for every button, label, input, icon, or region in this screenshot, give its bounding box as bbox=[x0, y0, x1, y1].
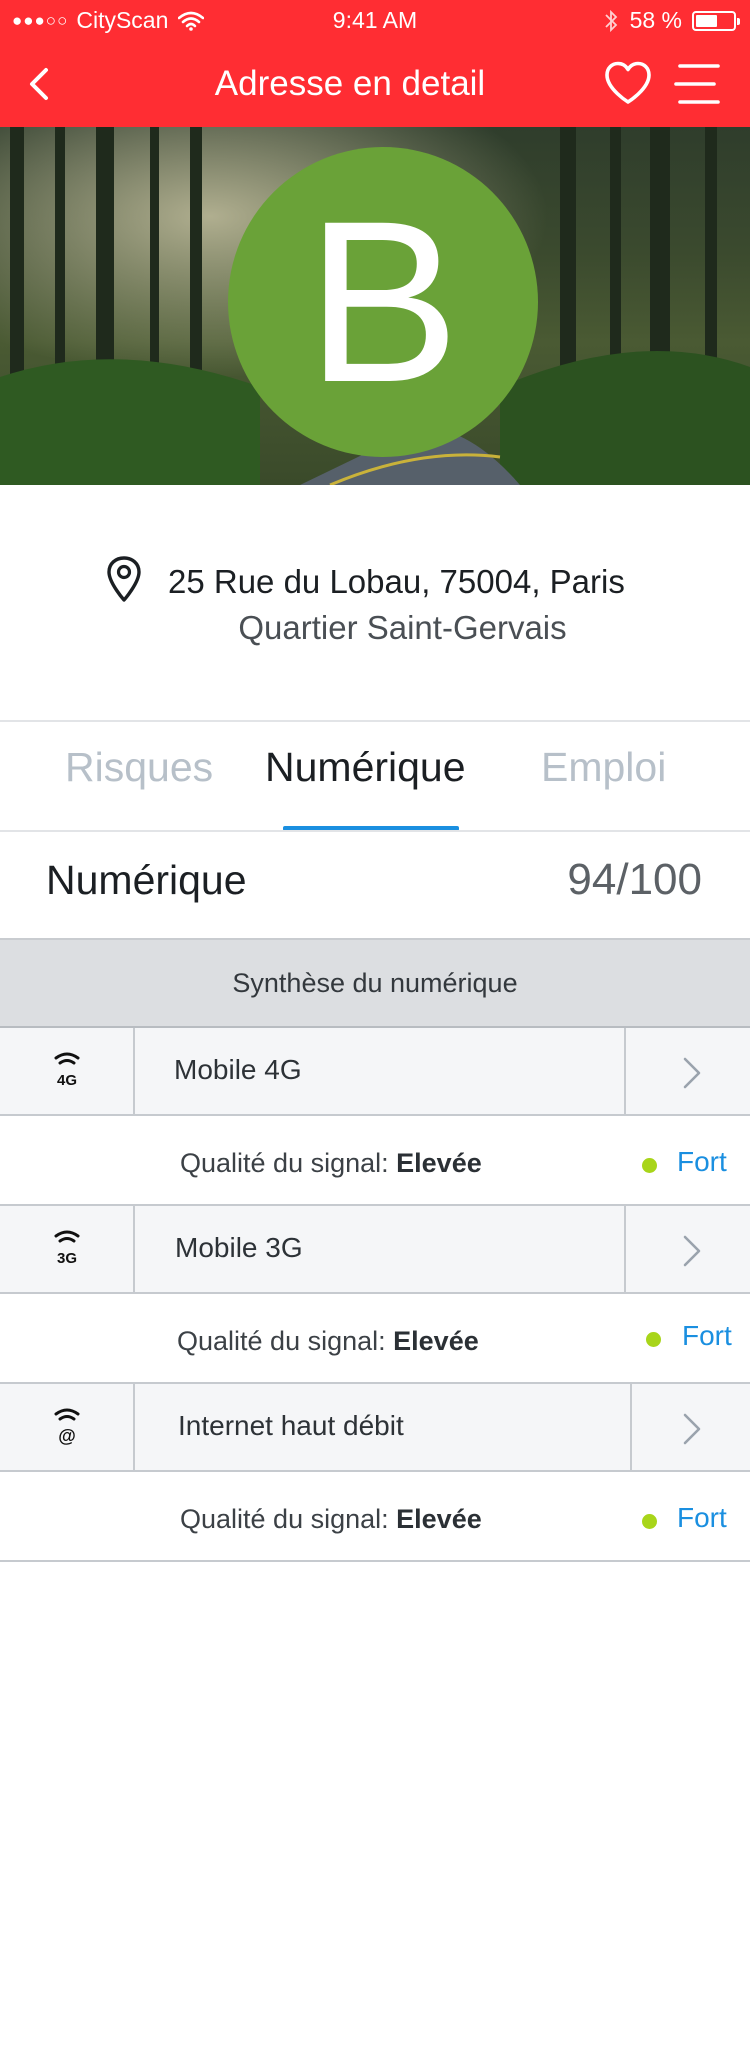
chevron-right-icon bbox=[683, 1235, 701, 1267]
grade-badge: B bbox=[228, 147, 538, 457]
quality-value: Elevée bbox=[396, 1148, 482, 1178]
battery-icon bbox=[692, 10, 740, 31]
signal-quality-text: Qualité du signal: Elevée bbox=[177, 1326, 479, 1357]
favorite-heart-icon[interactable] bbox=[603, 60, 653, 106]
signal-quality-row: Qualité du signal: Elevée Fort bbox=[0, 1116, 750, 1206]
chevron-right-icon bbox=[683, 1413, 701, 1445]
chevron-right-icon bbox=[683, 1057, 701, 1089]
quality-value: Elevée bbox=[396, 1504, 482, 1534]
item-label: Mobile 4G bbox=[174, 1054, 302, 1085]
item-chevron-cell[interactable] bbox=[624, 1028, 750, 1114]
bluetooth-icon bbox=[604, 9, 617, 32]
street-address: 25 Rue du Lobau, 75004, Paris bbox=[168, 563, 625, 600]
signal-level-dot bbox=[646, 1332, 661, 1347]
signal-quality-text: Qualité du signal: Elevée bbox=[180, 1148, 482, 1179]
signal-level: Fort bbox=[677, 1502, 727, 1533]
section-title: Numérique bbox=[46, 857, 247, 903]
item-chevron-cell[interactable] bbox=[630, 1384, 750, 1470]
section-score: 94/100 bbox=[567, 855, 702, 904]
tab-numerique[interactable]: Numérique bbox=[265, 744, 466, 791]
signal-level-dot bbox=[642, 1514, 657, 1529]
item-icon-cell: 4G bbox=[0, 1028, 135, 1114]
list-item-internet-haut-debit[interactable]: @ Internet haut débit bbox=[0, 1384, 750, 1472]
item-icon-cell: 3G bbox=[0, 1206, 135, 1292]
address-block: 25 Rue du Lobau, 75004, Paris Quartier S… bbox=[0, 485, 750, 721]
tab-risques[interactable]: Risques bbox=[65, 744, 213, 791]
quality-label: Qualité du signal: bbox=[180, 1504, 389, 1534]
signal-quality-text: Qualité du signal: Elevée bbox=[180, 1504, 482, 1535]
navigation-bar: Adresse en detail bbox=[0, 42, 750, 127]
item-label: Mobile 3G bbox=[175, 1232, 303, 1263]
section-header: Numérique 94/100 bbox=[0, 832, 750, 936]
battery-percentage: 58 % bbox=[629, 7, 682, 33]
4g-signal-icon: 4G bbox=[54, 1052, 80, 1089]
signal-level-dot bbox=[642, 1158, 657, 1173]
quality-label: Qualité du signal: bbox=[177, 1326, 386, 1356]
3g-signal-icon: 3G bbox=[54, 1230, 80, 1267]
page-title: Adresse en detail bbox=[214, 64, 486, 103]
quality-label: Qualité du signal: bbox=[180, 1148, 389, 1178]
item-label: Internet haut débit bbox=[178, 1410, 404, 1441]
signal-quality-row: Qualité du signal: Elevée Fort bbox=[0, 1294, 750, 1384]
list-item-mobile-4g[interactable]: 4G Mobile 4G bbox=[0, 1028, 750, 1116]
district-name: Quartier Saint-Gervais bbox=[238, 609, 567, 646]
list-item-mobile-3g[interactable]: 3G Mobile 3G bbox=[0, 1206, 750, 1294]
summary-header: Synthèse du numérique bbox=[0, 938, 750, 1028]
item-icon-cell: @ bbox=[0, 1384, 135, 1470]
svg-text:3G: 3G bbox=[57, 1250, 77, 1267]
app-header: ●●●○○ CityScan 9:41 AM 58 % Adresse en d… bbox=[0, 0, 750, 127]
category-tabs: Risques Numérique Emploi bbox=[0, 722, 750, 831]
quality-value: Elevée bbox=[393, 1326, 479, 1356]
battery-level bbox=[696, 14, 717, 27]
signal-quality-row: Qualité du signal: Elevée Fort bbox=[0, 1472, 750, 1562]
signal-level: Fort bbox=[677, 1146, 727, 1177]
tab-emploi[interactable]: Emploi bbox=[541, 744, 666, 791]
svg-text:@: @ bbox=[58, 1426, 76, 1446]
menu-icon[interactable] bbox=[672, 62, 722, 106]
svg-text:4G: 4G bbox=[57, 1072, 77, 1089]
item-chevron-cell[interactable] bbox=[624, 1206, 750, 1292]
broadband-signal-icon: @ bbox=[54, 1408, 80, 1446]
signal-level: Fort bbox=[682, 1320, 732, 1351]
status-bar: ●●●○○ CityScan 9:41 AM 58 % bbox=[0, 0, 750, 42]
location-pin-icon bbox=[107, 556, 141, 602]
hero-forest-image: B bbox=[0, 127, 750, 485]
